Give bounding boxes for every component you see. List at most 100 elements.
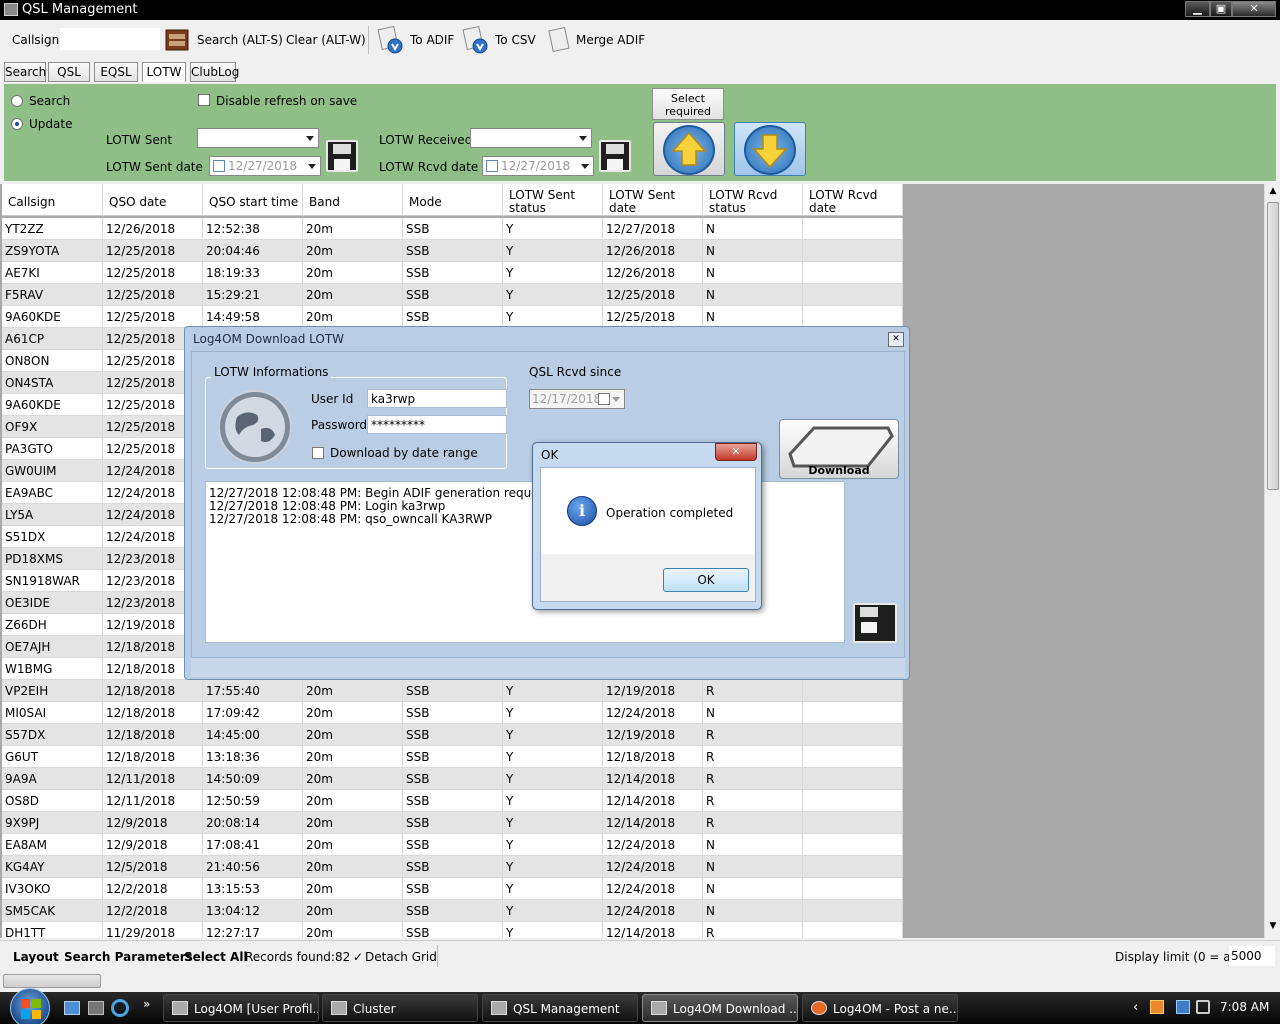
layout-button[interactable]: Layout	[13, 950, 59, 964]
export-csv-icon[interactable]	[461, 25, 489, 54]
column-header[interactable]: QSO start time	[203, 184, 303, 216]
tab-clublog[interactable]: ClubLog	[190, 62, 239, 82]
callsign-input[interactable]	[60, 28, 160, 50]
table-cell: 12/18/2018	[103, 680, 203, 702]
save-rcvd-disk-icon[interactable]	[599, 140, 631, 172]
table-row[interactable]: F5RAV 12/25/2018 15:29:21 20m SSB Y 12/25/2018…	[2, 284, 903, 306]
search-parameters-button[interactable]: Search Parameters	[64, 950, 193, 964]
tab-eqsl[interactable]: EQSL	[94, 62, 138, 82]
column-header[interactable]: Mode	[403, 184, 503, 216]
merge-adif-button[interactable]: Merge ADIF	[576, 33, 645, 47]
lotw-sent-select[interactable]	[197, 128, 319, 148]
display-limit-input[interactable]: 5000	[1229, 946, 1275, 966]
disable-refresh-checkbox[interactable]	[198, 94, 210, 106]
export-adif-icon[interactable]	[376, 25, 404, 54]
tray-expand-icon[interactable]: ‹	[1133, 1000, 1138, 1015]
to-adif-button[interactable]: To ADIF	[410, 33, 454, 47]
task-cluster[interactable]: Cluster	[322, 994, 478, 1022]
search-radio[interactable]	[11, 95, 23, 107]
start-button[interactable]	[10, 988, 50, 1024]
task-log4om-download[interactable]: Log4OM Download ...	[642, 994, 798, 1022]
table-row[interactable]: KG4AY 12/5/2018 21:40:56 20m SSB Y 12/24/2018 N	[2, 856, 903, 878]
scroll-thumb[interactable]	[1267, 202, 1279, 490]
select-all-button[interactable]: Select All	[184, 950, 248, 964]
tab-search[interactable]: Search	[4, 62, 46, 82]
table-row[interactable]: SM5CAK 12/2/2018 13:04:12 20m SSB Y 12/24/2018…	[2, 900, 903, 922]
to-csv-button[interactable]: To CSV	[495, 33, 536, 47]
table-row[interactable]: VP2EIH 12/18/2018 17:55:40 20m SSB Y 12/19/201…	[2, 680, 903, 702]
detach-grid-label[interactable]: Detach Grid	[365, 950, 437, 964]
table-row[interactable]: 9X9PJ 12/9/2018 20:08:14 20m SSB Y 12/14/2018 R	[2, 812, 903, 834]
show-desktop-icon[interactable]	[64, 1001, 80, 1015]
column-header[interactable]: LOTW Sent date	[603, 184, 703, 216]
tab-lotw[interactable]: LOTW	[142, 62, 186, 82]
lotw-rcvd-date-picker[interactable]: 12/27/2018	[482, 156, 594, 176]
table-row[interactable]: G6UT 12/18/2018 13:18:36 20m SSB Y 12/18/2018 R	[2, 746, 903, 768]
qsl-since-checkbox[interactable]	[598, 393, 610, 405]
download-close-button[interactable]: ✕	[888, 332, 904, 347]
search-button[interactable]: Search (ALT-S)	[197, 33, 283, 47]
search-cabinet-icon[interactable]	[163, 26, 191, 54]
scroll-up-icon[interactable]: ▲	[1266, 186, 1280, 200]
maximize-button[interactable]: ▣	[1210, 1, 1232, 17]
table-row[interactable]: IV3OKO 12/2/2018 13:15:53 20m SSB Y 12/24/2018…	[2, 878, 903, 900]
download-button[interactable]: Download	[779, 419, 899, 479]
table-row[interactable]: EA8AM 12/9/2018 17:08:41 20m SSB Y 12/24/2018 N	[2, 834, 903, 856]
move-up-button[interactable]	[653, 122, 725, 176]
lotw-sent-date-checkbox[interactable]	[213, 160, 225, 172]
table-row[interactable]: YT2ZZ 12/26/2018 12:52:38 20m SSB Y 12/27/2018…	[2, 218, 903, 240]
column-header[interactable]: Callsign	[2, 184, 103, 216]
select-required-button[interactable]: Select required	[652, 88, 724, 120]
minimize-button[interactable]: ▁	[1185, 1, 1210, 17]
column-header[interactable]: LOTW Rcvd date	[803, 184, 903, 216]
date-range-checkbox[interactable]	[312, 447, 324, 459]
qsl-rcvd-since-picker[interactable]: 12/17/2018	[529, 389, 625, 409]
network-icon[interactable]	[1176, 1000, 1190, 1014]
table-row[interactable]: 9A60KDE 12/25/2018 14:49:58 20m SSB Y 12/25/20…	[2, 306, 903, 328]
table-row[interactable]: MI0SAI 12/18/2018 17:09:42 20m SSB Y 12/24/201…	[2, 702, 903, 724]
grid-vertical-scrollbar[interactable]: ▲ ▼	[1264, 184, 1280, 938]
detach-grid-check-icon[interactable]: ✓	[353, 950, 363, 964]
task-firefox-post[interactable]: Log4OM - Post a ne...	[802, 994, 958, 1022]
column-header[interactable]: QSO date	[103, 184, 203, 216]
tray-app-icon[interactable]	[1150, 1000, 1164, 1014]
clock[interactable]: 7:08 AM	[1220, 1000, 1269, 1014]
save-log-disk-icon[interactable]	[853, 603, 897, 643]
column-header[interactable]: LOTW Rcvd status	[703, 184, 803, 216]
table-cell: Y	[503, 746, 603, 768]
grid-header: Callsign QSO date QSO start time Band Mode LO…	[2, 184, 903, 216]
table-row[interactable]: OS8D 12/11/2018 12:50:59 20m SSB Y 12/14/2018 R	[2, 790, 903, 812]
table-row[interactable]: ZS9YOTA 12/25/2018 20:04:46 20m SSB Y 12/26/20…	[2, 240, 903, 262]
task-qsl-management[interactable]: QSL Management	[482, 994, 638, 1022]
move-down-button[interactable]	[734, 122, 806, 176]
user-id-input[interactable]: ka3rwp	[367, 389, 507, 408]
column-header[interactable]: Band	[303, 184, 403, 216]
h-scroll-thumb[interactable]	[3, 974, 101, 988]
table-row[interactable]: DH1TT 11/29/2018 12:27:17 20m SSB Y 12/14/2018…	[2, 922, 903, 938]
table-row[interactable]: 9A9A 12/11/2018 14:50:09 20m SSB Y 12/14/2018 R	[2, 768, 903, 790]
scroll-down-icon[interactable]: ▼	[1266, 921, 1280, 935]
ie-browser-icon[interactable]	[111, 999, 129, 1017]
quicklaunch-more-icon[interactable]: »	[143, 997, 150, 1011]
password-input[interactable]: *********	[367, 415, 507, 434]
close-button[interactable]: ✕	[1232, 1, 1276, 17]
lotw-sent-date-picker[interactable]: 12/27/2018	[209, 156, 321, 176]
lotw-received-select[interactable]	[470, 128, 592, 148]
table-row[interactable]: AE7KI 12/25/2018 18:19:33 20m SSB Y 12/26/2018…	[2, 262, 903, 284]
table-cell: 20m	[303, 306, 403, 328]
lotw-rcvd-date-checkbox[interactable]	[486, 160, 498, 172]
ok-button[interactable]: OK	[663, 568, 749, 592]
table-row[interactable]: S57DX 12/18/2018 14:45:00 20m SSB Y 12/19/2018…	[2, 724, 903, 746]
save-sent-disk-icon[interactable]	[326, 140, 358, 172]
update-radio[interactable]	[11, 118, 23, 130]
volume-icon[interactable]	[1196, 1000, 1210, 1014]
ok-dialog-close-button[interactable]: ✕	[715, 443, 757, 461]
merge-file-icon[interactable]	[545, 26, 573, 54]
switch-windows-icon[interactable]	[88, 1001, 104, 1015]
horizontal-scrollbar[interactable]	[0, 972, 1280, 990]
tab-qsl[interactable]: QSL	[48, 62, 90, 82]
column-header[interactable]: LOTW Sent status	[503, 184, 603, 216]
table-cell: ON8ON	[2, 350, 103, 372]
task-log4om-profile[interactable]: Log4OM [User Profil...	[163, 994, 319, 1022]
clear-button[interactable]: Clear (ALT-W)	[286, 33, 366, 47]
